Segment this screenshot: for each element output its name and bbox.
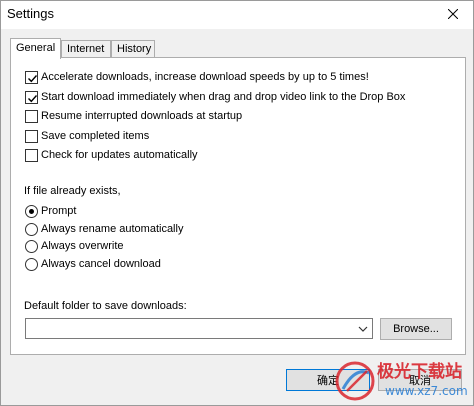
radio-rename[interactable]: Always rename automatically [25, 221, 183, 237]
radio-button[interactable] [25, 204, 38, 218]
tab-internet[interactable]: Internet [61, 40, 111, 58]
radio-button[interactable] [25, 239, 38, 253]
window-title: Settings [7, 6, 54, 21]
checkbox[interactable] [25, 70, 38, 84]
radio-label: Always overwrite [41, 240, 124, 252]
tab-general[interactable]: General [10, 38, 61, 59]
tab-history[interactable]: History [111, 40, 155, 58]
option-check-updates[interactable]: Check for updates automatically [25, 147, 198, 163]
checkbox[interactable] [25, 90, 38, 104]
checkmark-icon [28, 94, 38, 102]
settings-dialog: Settings General Internet History Accele… [0, 0, 474, 406]
option-label: Resume interrupted downloads at startup [41, 110, 243, 122]
close-icon [447, 8, 459, 22]
radio-overwrite[interactable]: Always overwrite [25, 238, 124, 254]
radio-label: Prompt [41, 205, 77, 217]
radio-label: Always rename automatically [41, 223, 184, 235]
option-label: Accelerate downloads, increase download … [41, 71, 369, 83]
option-label: Save completed items [41, 130, 150, 142]
folder-label: Default folder to save downloads: [24, 300, 187, 312]
radio-button[interactable] [25, 257, 38, 271]
file-exists-heading: If file already exists, [24, 185, 121, 197]
ok-button[interactable]: 确定 [286, 369, 370, 391]
radio-cancel[interactable]: Always cancel download [25, 256, 161, 272]
chevron-down-icon[interactable] [358, 324, 368, 336]
folder-combobox[interactable] [25, 318, 373, 339]
ok-label: 确定 [317, 375, 339, 387]
cancel-label: 取消 [409, 375, 431, 387]
checkbox[interactable] [25, 109, 38, 123]
title-bar: Settings [1, 1, 473, 29]
cancel-button[interactable]: 取消 [378, 369, 462, 391]
option-label: Check for updates automatically [41, 149, 198, 161]
checkmark-icon [28, 74, 38, 82]
tab-label: Internet [67, 43, 105, 55]
tab-label: History [117, 43, 152, 55]
tab-label: General [16, 42, 56, 54]
browse-button[interactable]: Browse... [380, 318, 452, 340]
radio-button[interactable] [25, 222, 38, 236]
option-start-immediately[interactable]: Start download immediately when drag and… [25, 89, 405, 105]
checkbox[interactable] [25, 148, 38, 162]
general-panel: Accelerate downloads, increase download … [10, 57, 466, 355]
radio-label: Always cancel download [41, 258, 161, 270]
radio-prompt[interactable]: Prompt [25, 203, 76, 219]
checkbox[interactable] [25, 129, 38, 143]
option-resume-interrupted[interactable]: Resume interrupted downloads at startup [25, 108, 242, 124]
option-label: Start download immediately when drag and… [41, 91, 406, 103]
browse-label: Browse... [393, 323, 439, 335]
close-button[interactable] [433, 1, 473, 29]
option-save-completed[interactable]: Save completed items [25, 128, 149, 144]
option-accelerate-downloads[interactable]: Accelerate downloads, increase download … [25, 69, 369, 85]
radio-dot [29, 208, 34, 214]
